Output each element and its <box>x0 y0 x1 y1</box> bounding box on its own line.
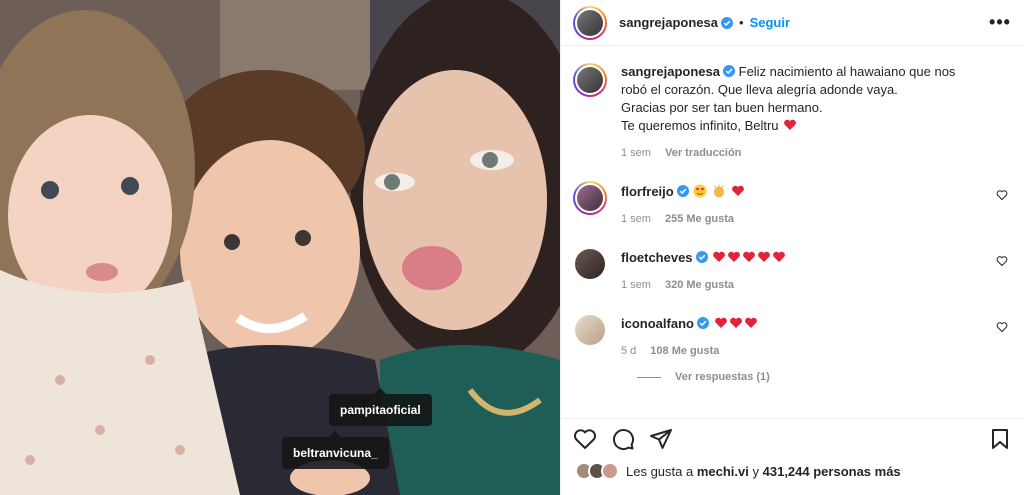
comment-item: floetcheves 1 sem 320 Me gusta <box>573 247 1008 291</box>
verified-icon <box>696 317 709 329</box>
view-replies-label[interactable]: Ver respuestas (1) <box>675 371 770 383</box>
comment-likes[interactable]: 108 Me gusta <box>650 345 719 357</box>
verified-icon <box>676 185 689 197</box>
comment-likes[interactable]: 320 Me gusta <box>665 279 734 291</box>
comments-section: sangrejaponesa Feliz nacimiento al hawai… <box>561 47 1024 417</box>
heart-emoji-icon <box>744 317 757 328</box>
caption: sangrejaponesa Feliz nacimiento al hawai… <box>573 63 1008 159</box>
comment-username[interactable]: floetcheves <box>621 250 693 265</box>
comment-like-heart-icon[interactable] <box>996 255 1008 267</box>
view-replies-button[interactable]: Ver respuestas (1) <box>637 371 1008 383</box>
caption-meta: 1 sem Ver traducción <box>621 147 1008 159</box>
heart-emoji-icon <box>773 251 786 262</box>
more-icon[interactable]: ••• <box>988 12 1012 33</box>
author-username[interactable]: sangrejaponesa <box>619 15 718 30</box>
comment-item: florfreijo 1 sem 255 Me gusta <box>573 181 1008 225</box>
heart-emoji-icon <box>714 317 727 328</box>
comment-item: iconoalfano 5 d 108 Me gusta <box>573 313 1008 357</box>
heart-eyes-emoji-icon <box>693 184 707 198</box>
likes-summary: Les gusta a mechi.vi y 431,244 personas … <box>575 462 1024 480</box>
share-icon[interactable] <box>649 427 673 451</box>
caption-line-3: Te queremos infinito, Beltru <box>621 118 779 133</box>
comment-text: iconoalfano <box>621 313 1008 333</box>
verified-icon <box>721 16 733 29</box>
author-avatar[interactable] <box>573 5 607 40</box>
separator-dot: • <box>739 15 744 30</box>
heart-emoji-icon <box>713 251 726 262</box>
caption-username[interactable]: sangrejaponesa <box>621 64 720 79</box>
follow-button[interactable]: Seguir <box>750 15 790 30</box>
comment-time[interactable]: 1 sem <box>621 279 651 291</box>
photo-tag-pampitaoficial[interactable]: pampitaoficial <box>329 388 432 426</box>
translate-button[interactable]: Ver traducción <box>665 147 741 159</box>
heart-emoji-icon <box>758 251 771 262</box>
caption-text: sangrejaponesa Feliz nacimiento al hawai… <box>621 63 1008 135</box>
caption-line-2: Gracias por ser tan buen hermano. <box>621 100 823 115</box>
comment-like-heart-icon[interactable] <box>996 321 1008 333</box>
comment-likes[interactable]: 255 Me gusta <box>665 213 734 225</box>
likes-count[interactable]: 431,244 personas más <box>763 464 901 479</box>
action-bar <box>561 418 1024 458</box>
commenter-avatar[interactable] <box>573 181 607 215</box>
heart-emoji-icon <box>743 251 756 262</box>
comment-like-heart-icon[interactable] <box>996 189 1008 201</box>
commenter-avatar[interactable] <box>575 315 605 345</box>
bookmark-icon[interactable] <box>988 427 1012 451</box>
comment-time[interactable]: 5 d <box>621 345 636 357</box>
clap-emoji-icon <box>713 184 724 198</box>
comment-meta: 1 sem 320 Me gusta <box>621 279 1008 291</box>
comment-icon[interactable] <box>611 427 635 451</box>
verified-icon <box>695 251 708 263</box>
caption-time[interactable]: 1 sem <box>621 147 651 159</box>
likes-prefix: Les gusta a <box>626 463 694 479</box>
comment-username[interactable]: florfreijo <box>621 184 674 199</box>
commenter-avatar[interactable] <box>575 249 605 279</box>
heart-emoji-icon <box>784 119 797 130</box>
comment-meta: 1 sem 255 Me gusta <box>621 213 1008 225</box>
comment-text: floetcheves <box>621 247 1008 267</box>
liker-avatars[interactable] <box>575 462 619 480</box>
verified-icon <box>723 65 735 77</box>
comment-username[interactable]: iconoalfano <box>621 316 694 331</box>
caption-avatar[interactable] <box>573 63 607 97</box>
comment-time[interactable]: 1 sem <box>621 213 651 225</box>
heart-icon[interactable] <box>573 427 597 451</box>
photo-tag-beltranvicuna[interactable]: beltranvicuna_ <box>282 431 389 469</box>
likes-connector: y <box>752 463 760 479</box>
post-photo[interactable]: pampitaoficial beltranvicuna_ <box>0 0 560 495</box>
post-header: sangrejaponesa • Seguir ••• <box>561 0 1024 46</box>
comment-text: florfreijo <box>621 181 1008 201</box>
heart-emoji-icon <box>728 251 741 262</box>
photo-illustration <box>0 0 560 495</box>
heart-emoji-icon <box>729 317 742 328</box>
heart-emoji-icon <box>731 185 744 196</box>
replies-divider <box>637 376 661 378</box>
comment-meta: 5 d 108 Me gusta <box>621 345 1008 357</box>
liker-username[interactable]: mechi.vi <box>697 464 749 479</box>
post-side-panel: sangrejaponesa • Seguir ••• sangrejapone… <box>560 0 1024 495</box>
